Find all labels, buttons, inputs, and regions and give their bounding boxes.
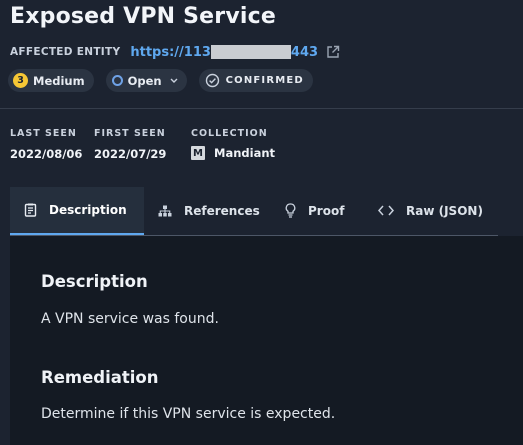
first-seen-label: FIRST SEEN [94, 128, 166, 139]
redacted-block [210, 45, 291, 59]
chevron-down-icon [170, 78, 178, 84]
tab-description[interactable]: Description [10, 187, 144, 235]
code-icon [378, 205, 394, 216]
bulb-icon [285, 203, 296, 218]
status-label: Open [127, 73, 162, 88]
collection-name: Mandiant [214, 146, 276, 160]
tab-description-label: Description [49, 203, 127, 217]
mandiant-logo-icon: M [191, 146, 205, 160]
affected-entity-link[interactable]: https://113 443 [130, 45, 318, 60]
last-seen-value: 2022/08/06 [10, 147, 83, 161]
description-heading: Description [41, 272, 148, 291]
check-circle-icon [205, 73, 220, 88]
tab-raw-json[interactable]: Raw (JSON) [364, 187, 497, 234]
severity-badge: 3 Medium [8, 69, 94, 92]
collection-value: M Mandiant [191, 146, 275, 160]
status-circle-icon [111, 75, 123, 86]
status-dropdown[interactable]: Open [105, 69, 187, 92]
first-seen-value: 2022/07/29 [94, 147, 167, 161]
tab-proof[interactable]: Proof [271, 187, 364, 234]
external-link-icon[interactable] [326, 45, 340, 59]
severity-number: 3 [13, 73, 28, 88]
tab-bar: Description References Proof Raw (JSON) [10, 187, 498, 236]
last-seen-label: LAST SEEN [10, 128, 77, 139]
affected-entity-label: AFFECTED ENTITY [10, 46, 121, 58]
severity-label: Medium [33, 73, 85, 88]
entity-url-end: 443 [290, 44, 319, 60]
tab-references-label: References [184, 203, 260, 218]
description-text: A VPN service was found. [41, 311, 219, 327]
page-title: Exposed VPN Service [10, 4, 276, 29]
affected-entity: AFFECTED ENTITY https://113 443 [10, 43, 340, 61]
remediation-heading: Remediation [41, 368, 159, 387]
remediation-text: Determine if this VPN service is expecte… [41, 406, 336, 422]
entity-url-start: https://113 [130, 44, 211, 60]
tab-proof-label: Proof [308, 203, 345, 218]
collection-label: COLLECTION [191, 128, 268, 139]
description-panel: Description A VPN service was found. Rem… [10, 236, 523, 445]
confirmed-badge: CONFIRMED [198, 69, 313, 92]
badge-row: 3 Medium Open CONFIRMED [8, 69, 313, 92]
divider [0, 108, 523, 109]
sitemap-icon [158, 205, 172, 217]
document-icon [24, 203, 37, 217]
tab-raw-json-label: Raw (JSON) [406, 203, 483, 218]
confirmed-label: CONFIRMED [225, 75, 304, 86]
tab-references[interactable]: References [144, 187, 271, 234]
